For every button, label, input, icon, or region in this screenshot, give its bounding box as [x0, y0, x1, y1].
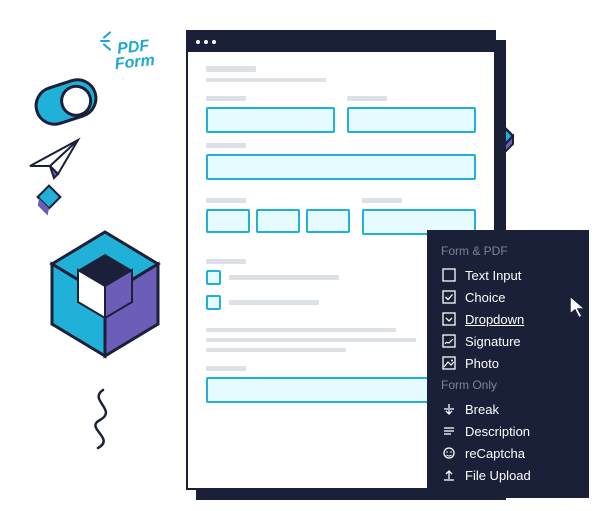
checkbox-field[interactable] — [206, 295, 221, 310]
option-label-placeholder — [229, 275, 339, 280]
dropdown-icon — [441, 311, 457, 327]
choice-icon — [441, 289, 457, 305]
menu-item-break[interactable]: Break — [427, 398, 589, 420]
text-input-icon — [441, 267, 457, 283]
text-field[interactable] — [206, 107, 335, 133]
recaptcha-icon — [441, 445, 457, 461]
field-label — [206, 143, 246, 148]
titlebar — [188, 32, 494, 52]
menu-item-description[interactable]: Description — [427, 420, 589, 442]
menu-item-signature[interactable]: Signature — [427, 330, 589, 352]
diamond-icon — [36, 184, 61, 209]
signature-icon — [441, 333, 457, 349]
checkbox-field[interactable] — [206, 270, 221, 285]
menu-item-label: Text Input — [465, 268, 521, 283]
text-field[interactable] — [347, 107, 476, 133]
field-label — [206, 96, 246, 101]
text-field[interactable] — [206, 154, 476, 180]
short-field[interactable] — [306, 209, 350, 233]
menu-item-dropdown[interactable]: Dropdown — [427, 308, 589, 330]
menu-item-recaptcha[interactable]: reCaptcha — [427, 442, 589, 464]
field-picker-menu: Form & PDF Text Input Choice Dropdown Si… — [427, 230, 589, 498]
placeholder-line — [206, 338, 416, 342]
placeholder-line — [206, 348, 346, 352]
file-upload-icon — [441, 467, 457, 483]
menu-item-label: File Upload — [465, 468, 531, 483]
toggle-icon — [29, 73, 102, 131]
description-icon — [441, 423, 457, 439]
field-label — [362, 198, 402, 203]
paper-plane-icon — [28, 136, 84, 182]
field-label — [347, 96, 387, 101]
menu-item-label: Description — [465, 424, 530, 439]
menu-item-text-input[interactable]: Text Input — [427, 264, 589, 286]
placeholder-line — [206, 328, 396, 332]
menu-item-label: Photo — [465, 356, 499, 371]
cursor-icon — [567, 294, 589, 320]
photo-icon — [441, 355, 457, 371]
field-label — [206, 366, 246, 371]
menu-item-label: reCaptcha — [465, 446, 525, 461]
short-field[interactable] — [206, 209, 250, 233]
menu-item-file-upload[interactable]: File Upload — [427, 464, 589, 486]
short-field[interactable] — [256, 209, 300, 233]
cube-icon — [40, 224, 170, 374]
menu-item-photo[interactable]: Photo — [427, 352, 589, 374]
placeholder-subtext — [206, 78, 326, 82]
menu-item-label: Choice — [465, 290, 505, 305]
placeholder-heading — [206, 66, 256, 72]
field-label — [206, 198, 246, 203]
menu-item-choice[interactable]: Choice — [427, 286, 589, 308]
menu-item-label: Dropdown — [465, 312, 524, 327]
menu-item-label: Break — [465, 402, 499, 417]
break-icon — [441, 401, 457, 417]
pdf-form-label: PDF Form — [113, 38, 156, 72]
option-label-placeholder — [229, 300, 319, 305]
field-label — [206, 259, 246, 264]
menu-section-header: Form Only — [427, 374, 589, 398]
menu-section-header: Form & PDF — [427, 240, 589, 264]
menu-item-label: Signature — [465, 334, 521, 349]
squiggle-icon — [78, 386, 128, 456]
